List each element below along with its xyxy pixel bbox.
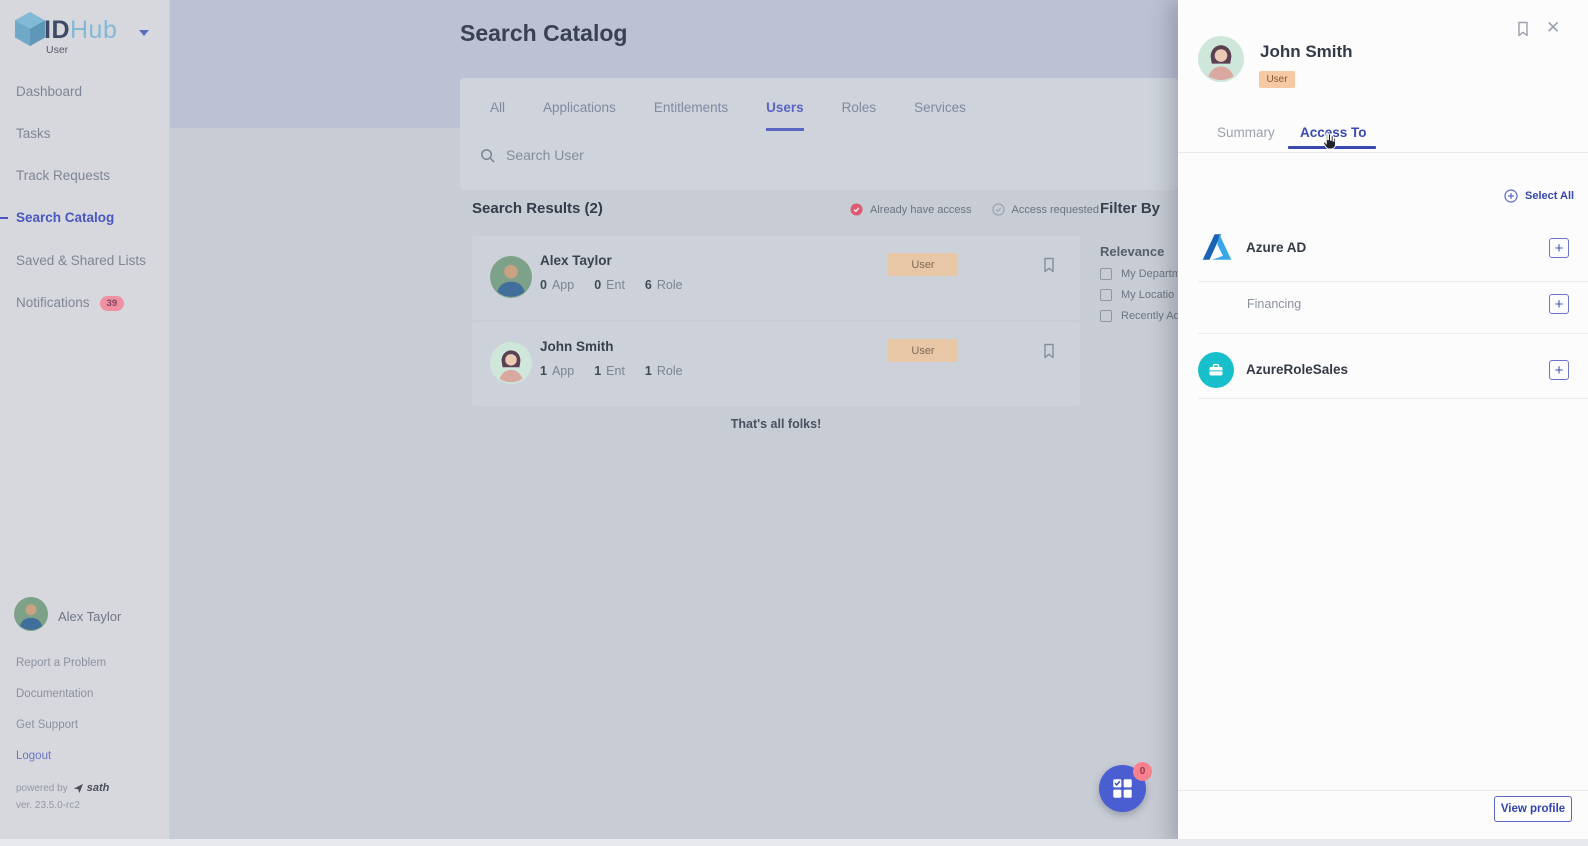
access-item-azurerolesales: AzureRoleSales [1246,362,1348,377]
documentation-link[interactable]: Documentation [16,688,93,700]
azure-ad-icon [1200,230,1234,269]
get-support-link[interactable]: Get Support [16,719,78,731]
check-circle-filled-icon [850,203,863,216]
result-stats: 0App 0Ent 6Role [540,278,683,292]
active-tab-underline [1288,146,1376,149]
sidebar-item-notifications[interactable]: Notifications39 [16,295,124,312]
panel-user-name: John Smith [1260,42,1353,62]
result-row-john-smith[interactable]: John Smith 1App 1Ent 1Role User [472,322,1080,406]
user-type-badge: User [888,339,958,362]
filter-title: Filter By [1100,200,1181,217]
divider [1198,281,1588,282]
filter-panel: Filter By Relevance My Departm My Locati… [1100,200,1181,322]
logout-link[interactable]: Logout [16,750,51,762]
tab-roles[interactable]: Roles [842,100,877,131]
notifications-count-badge: 39 [100,296,125,311]
filter-option-recently-added[interactable]: Recently Ad [1100,310,1181,322]
tab-access-to[interactable]: Access To [1300,125,1367,140]
divider [1178,790,1588,791]
close-icon[interactable]: ✕ [1546,18,1560,38]
chevron-down-icon[interactable] [139,30,149,36]
avatar [14,597,48,636]
sidebar-user[interactable]: Alex Taylor [14,597,121,636]
sidebar-item-search-catalog[interactable]: Search Catalog [16,210,114,225]
select-all-button[interactable]: Select All [1504,189,1574,203]
sidebar: IDHub User Dashboard Tasks Track Request… [0,0,170,846]
result-stats: 1App 1Ent 1Role [540,364,683,378]
sidebar-item-track-requests[interactable]: Track Requests [16,168,110,183]
tab-services[interactable]: Services [914,100,966,131]
divider [1198,333,1588,334]
cart-grid-icon [1111,777,1134,800]
check-circle-outline-icon [992,203,1005,216]
brand-role-label: User [46,44,68,56]
checkbox[interactable] [1100,289,1112,301]
checkbox[interactable] [1100,268,1112,280]
view-profile-button[interactable]: View profile [1494,796,1572,822]
sidebar-item-dashboard[interactable]: Dashboard [16,84,82,99]
add-access-button[interactable]: + [1549,360,1569,380]
access-item-azure-ad: Azure AD [1246,240,1306,255]
divider [1198,398,1588,399]
tab-summary[interactable]: Summary [1217,125,1275,140]
avatar [490,342,532,389]
checkbox[interactable] [1100,310,1112,322]
result-name: John Smith [540,339,614,354]
sidebar-user-name: Alex Taylor [58,609,121,624]
catalog-tabs: All Applications Entitlements Users Role… [490,100,966,131]
filter-option-my-location[interactable]: My Locatio [1100,289,1181,301]
active-item-indicator [0,217,8,219]
version-label: ver. 23.5.0-rc2 [16,800,80,811]
avatar [1198,36,1244,87]
powered-by: powered by sath [16,782,109,794]
search-card [460,78,1178,190]
user-type-badge: User [888,253,958,276]
access-legend: Already have access Access requested [850,203,1099,216]
bookmark-icon[interactable] [1040,256,1058,279]
avatar [490,256,532,303]
cart-count-badge: 0 [1133,762,1152,781]
result-row-alex-taylor[interactable]: Alex Taylor 0App 0Ent 6Role User [472,236,1080,320]
tab-users[interactable]: Users [766,100,804,131]
access-item-financing: Financing [1247,297,1301,311]
user-detail-panel: ✕ John Smith User Summary Access To Sele… [1178,0,1588,846]
results-heading: Search Results (2) [472,200,603,217]
page-title: Search Catalog [460,20,627,47]
briefcase-icon [1198,352,1234,388]
add-access-button[interactable]: + [1549,294,1569,314]
result-name: Alex Taylor [540,253,612,268]
brand-name: IDHub [44,16,117,45]
report-a-problem-link[interactable]: Report a Problem [16,657,106,669]
add-access-button[interactable]: + [1549,238,1569,258]
tab-all[interactable]: All [490,100,505,131]
tab-applications[interactable]: Applications [543,100,616,131]
search-icon [479,147,496,169]
divider [1178,152,1588,153]
sidebar-item-saved-shared-lists[interactable]: Saved & Shared Lists [16,253,146,268]
user-type-badge: User [1259,71,1295,88]
idhub-logo-icon [12,10,48,51]
plus-circle-icon [1504,189,1518,203]
filter-group-relevance: Relevance [1100,244,1181,259]
brand: IDHub [12,10,149,51]
sath-brand: sath [87,782,110,794]
legend-access-requested: Access requested [992,203,1099,216]
filter-option-my-department[interactable]: My Departm [1100,268,1181,280]
bottom-edge [0,839,1588,846]
bookmark-icon[interactable] [1514,20,1532,43]
sidebar-item-tasks[interactable]: Tasks [16,126,51,141]
search-input[interactable] [506,141,926,169]
sath-logo-icon [73,783,84,794]
bookmark-icon[interactable] [1040,342,1058,365]
legend-already-have-access: Already have access [850,203,972,216]
tab-entitlements[interactable]: Entitlements [654,100,728,131]
end-of-results-message: That's all folks! [472,417,1080,431]
